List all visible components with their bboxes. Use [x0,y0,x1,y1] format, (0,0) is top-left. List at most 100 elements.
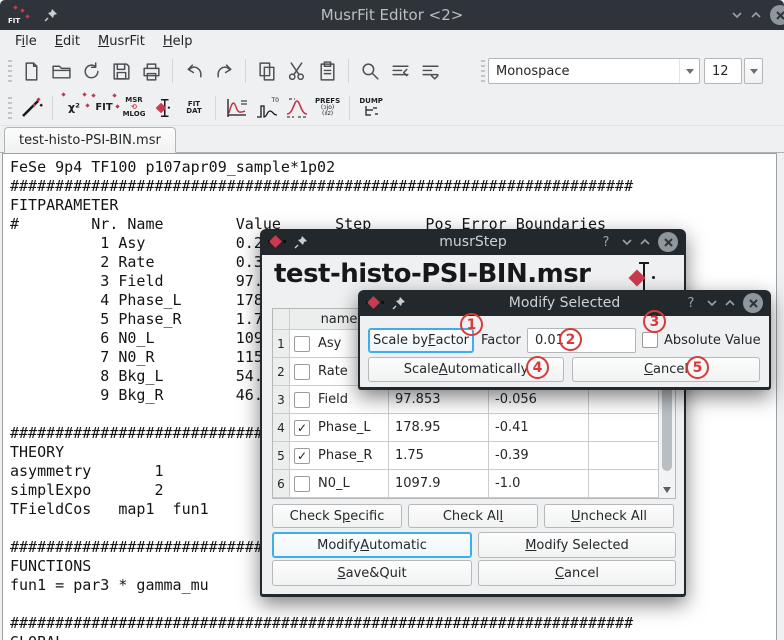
toolbar-grip[interactable] [481,60,485,82]
musrstep-app-icon [268,234,286,250]
pin-icon[interactable] [44,8,58,22]
maximize-icon[interactable] [725,298,735,308]
param-step[interactable]: -0.056 [489,386,589,414]
prefs-icon[interactable]: PREFS (ɔjo) (ılz) [312,93,343,123]
find-icon[interactable] [355,57,385,85]
minimize-icon[interactable] [732,10,742,20]
msr2data-icon[interactable]: FIT DAT [179,93,209,123]
row-number: 2 [273,358,290,386]
msr-wizard-icon[interactable] [16,93,46,123]
open-file-icon[interactable] [46,57,76,85]
toolbar-separator [348,59,349,83]
menu-edit[interactable]: Edit [46,32,89,51]
paste-icon[interactable] [312,57,342,85]
modify-automatic-button[interactable]: Modify Automatic [272,532,472,558]
cancel-button[interactable]: Cancel [572,357,760,382]
row-checkbox[interactable] [294,392,310,408]
redo-icon[interactable] [209,57,239,85]
row-number: 3 [273,386,290,414]
modify-selected-button[interactable]: Modify Selected [478,532,676,558]
musrview-icon[interactable] [222,93,252,123]
tab-bar: test-histo-PSI-BIN.msr [0,126,784,153]
annotation-circle-2: 2 [559,328,582,351]
dialog-title: Modify Selected [430,295,699,311]
save-icon[interactable] [106,57,136,85]
font-family-combobox[interactable]: Monospace [488,58,700,84]
minimize-icon[interactable] [707,298,717,308]
find-previous-icon[interactable] [385,57,415,85]
musrft-icon[interactable] [282,93,312,123]
close-icon[interactable] [770,5,784,25]
find-next-icon[interactable] [415,57,445,85]
modify-titlebar: Modify Selected ? [360,290,769,316]
musrstep-icon[interactable] [149,93,179,123]
copy-icon[interactable] [252,57,282,85]
param-name: Asy [318,336,341,351]
param-step[interactable]: -0.39 [489,442,589,470]
param-name: N0_L [318,476,350,491]
param-step[interactable]: -1.0 [489,470,589,498]
menu-file[interactable]: File [6,32,46,51]
table-row[interactable]: 4 Phase_L 178.95 -0.41 [273,414,675,442]
uncheck-all-button[interactable]: Uncheck All [544,504,674,528]
param-value[interactable]: 1.75 [389,442,489,470]
table-row[interactable]: 3 Field 97.853 -0.056 [273,386,675,414]
maximize-icon[interactable] [640,237,650,247]
window-title: MusrFit Editor <2> [60,6,724,24]
factor-label: Factor [481,328,521,353]
maximize-icon[interactable] [751,10,761,20]
row-checkbox[interactable] [294,448,310,464]
check-specific-button[interactable]: Check Specific [272,504,402,528]
dump-icon[interactable]: DUMP [356,93,386,123]
row-checkbox[interactable] [294,420,310,436]
param-step[interactable]: -0.41 [489,414,589,442]
musrstep-dialog: musrStep ? test-histo-PSI-BIN.msr name [260,229,686,597]
param-name: Field [318,392,348,407]
pin-icon[interactable] [294,235,308,249]
musrt0-icon[interactable]: T0 [252,93,282,123]
swap-msr-mlog-icon[interactable]: MSR ⟲ MLOG [119,93,149,123]
table-row[interactable]: 5 Phase_R 1.75 -0.39 [273,442,675,470]
pin-icon[interactable] [392,296,406,310]
row-checkbox[interactable] [294,336,310,352]
musrfit-icon[interactable]: FIT [89,93,119,123]
param-value[interactable]: 178.95 [389,414,489,442]
absolute-value-label: Absolute Value [664,328,761,353]
msr-filename-heading: test-histo-PSI-BIN.msr [274,259,591,289]
close-icon[interactable] [743,293,763,313]
scrollbar-down-arrow-icon[interactable] [663,487,671,493]
tab-msr-file[interactable]: test-histo-PSI-BIN.msr [4,127,176,153]
scale-by-factor-button[interactable]: Scale by Factor [368,328,474,353]
menu-musrfit[interactable]: MusrFit [89,32,154,51]
cut-icon[interactable] [282,57,312,85]
param-name: Rate [318,364,348,379]
row-checkbox[interactable] [294,476,310,492]
absolute-value-checkbox[interactable] [642,332,658,348]
chevron-down-icon[interactable] [679,59,699,83]
musrstep-app-icon [366,295,384,311]
param-value[interactable]: 1097.9 [389,470,489,498]
toolbar-separator [52,96,53,120]
menu-help[interactable]: Help [154,32,202,51]
row-checkbox[interactable] [294,364,310,380]
close-icon[interactable] [658,232,678,252]
dialog-title: musrStep [332,234,614,250]
minimize-icon[interactable] [622,237,632,247]
undo-icon[interactable] [179,57,209,85]
save-quit-button[interactable]: Save&Quit [272,560,472,586]
new-file-icon[interactable] [16,57,46,85]
calc-chisq-icon[interactable]: χ² [59,93,89,123]
print-icon[interactable] [136,57,166,85]
font-size-dropdown-icon[interactable] [744,58,763,84]
toolbar-grip[interactable] [8,60,12,82]
toolbar-musrfit: χ² FIT MSR ⟲ MLOG FIT DAT [0,90,784,126]
font-size-combobox[interactable]: 12 [704,58,742,84]
toolbar-grip[interactable] [8,97,12,119]
reload-icon[interactable] [76,57,106,85]
param-value[interactable]: 97.853 [389,386,489,414]
cancel-button[interactable]: Cancel [478,560,676,586]
musrfit-app-icon: FIT [8,4,32,26]
annotation-circle-4: 4 [526,356,549,379]
check-all-button[interactable]: Check All [408,504,538,528]
table-row[interactable]: 6 N0_L 1097.9 -1.0 [273,470,675,498]
